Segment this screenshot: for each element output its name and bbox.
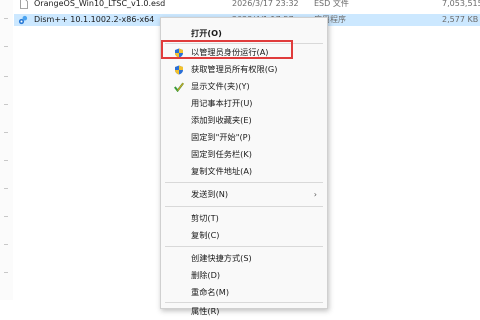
- file-size: 7,053,515: [442, 0, 480, 8]
- file-type: ESD 文件: [314, 0, 349, 8]
- menu-item-pin-taskbar[interactable]: 固定到任务栏(K): [161, 146, 327, 163]
- nav-tick: [4, 76, 8, 77]
- menu-item-properties[interactable]: 属性(R): [161, 303, 327, 320]
- navigation-pane-edge: [0, 0, 13, 300]
- context-menu: 打开(O) 以管理员身份运行(A) 获取管理员所有权限(G) 显示文件(夹)(Y…: [160, 17, 328, 316]
- menu-item-label: 添加到收藏夹(E): [191, 115, 252, 125]
- menu-item-label: 显示文件(夹)(Y): [191, 81, 250, 91]
- menu-item-cut[interactable]: 剪切(T): [161, 210, 327, 227]
- nav-tick: [4, 244, 8, 245]
- file-row-esd[interactable]: OrangeOS_Win10_LTSC_v1.0.esd 2026/3/17 2…: [14, 0, 480, 10]
- file-size: 2,577 KB: [442, 15, 479, 24]
- menu-item-rename[interactable]: 重命名(M): [161, 284, 327, 301]
- menu-item-send-to[interactable]: 发送到(N) ›: [161, 186, 327, 203]
- file-name: OrangeOS_Win10_LTSC_v1.0.esd: [34, 0, 166, 8]
- menu-item-create-shortcut[interactable]: 创建快捷方式(S): [161, 250, 327, 267]
- uac-shield-icon: [175, 65, 183, 75]
- menu-item-add-favorites[interactable]: 添加到收藏夹(E): [161, 112, 327, 129]
- menu-item-label: 属性(R): [191, 306, 220, 316]
- menu-item-show-files[interactable]: 显示文件(夹)(Y): [161, 78, 327, 95]
- menu-item-copy-path[interactable]: 复制文件地址(A): [161, 163, 327, 180]
- menu-item-take-ownership[interactable]: 获取管理员所有权限(G): [161, 61, 327, 78]
- menu-item-pin-start[interactable]: 固定到"开始"(P): [161, 129, 327, 146]
- menu-separator: [165, 206, 323, 207]
- file-date: 2026/3/17 23:32: [232, 0, 299, 8]
- menu-item-label: 获取管理员所有权限(G): [191, 64, 278, 74]
- nav-tick: [4, 272, 8, 273]
- highlight-annotation-box: [161, 40, 293, 59]
- menu-item-label: 复制文件地址(A): [191, 166, 253, 176]
- menu-item-label: 固定到任务栏(K): [191, 149, 252, 159]
- chevron-right-icon: ›: [313, 190, 317, 199]
- dism-app-icon: [18, 15, 28, 25]
- nav-tick: [4, 160, 8, 161]
- menu-separator: [165, 182, 323, 183]
- menu-item-label: 复制(C): [191, 230, 220, 240]
- nav-tick: [4, 18, 8, 19]
- menu-item-label: 删除(D): [191, 270, 221, 280]
- file-icon: [20, 0, 28, 9]
- nav-tick: [4, 132, 8, 133]
- file-name: Dism++ 10.1.1002.2-x86-x64: [34, 15, 155, 24]
- nav-tick: [4, 104, 8, 105]
- menu-separator: [165, 246, 323, 247]
- menu-item-delete[interactable]: 删除(D): [161, 267, 327, 284]
- nav-tick: [4, 46, 8, 47]
- checkmark-shield-icon: [174, 82, 184, 92]
- menu-item-copy[interactable]: 复制(C): [161, 227, 327, 244]
- menu-item-open-notepad[interactable]: 用记事本打开(U): [161, 95, 327, 112]
- menu-item-label: 用记事本打开(U): [191, 98, 253, 108]
- nav-tick: [4, 216, 8, 217]
- menu-item-label: 发送到(N): [191, 189, 229, 199]
- menu-item-label: 重命名(M): [191, 287, 230, 297]
- menu-item-label: 固定到"开始"(P): [191, 132, 251, 142]
- menu-item-label: 创建快捷方式(S): [191, 253, 252, 263]
- nav-tick: [4, 188, 8, 189]
- menu-item-label: 剪切(T): [191, 213, 219, 223]
